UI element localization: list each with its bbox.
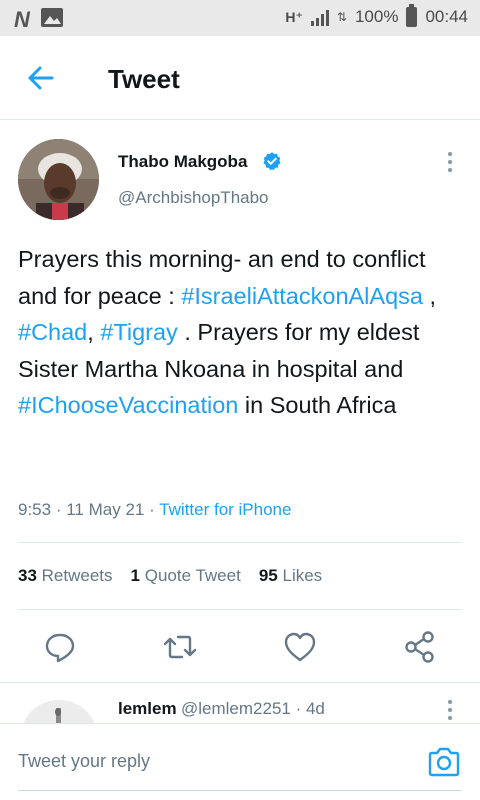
back-button[interactable] <box>22 62 62 94</box>
tweet-stats: 33 Retweets 1 Quote Tweet 95 Likes <box>18 566 322 586</box>
author-avatar[interactable] <box>18 139 99 220</box>
meta-separator: · <box>149 500 155 519</box>
hashtag-link[interactable]: #IsraeliAttackonAlAqsa <box>181 283 423 309</box>
tweet-text-part: , <box>422 282 437 309</box>
dot <box>448 700 452 704</box>
camera-button[interactable] <box>426 746 462 778</box>
tweet-text: Prayers this morning- an end to conflict… <box>18 241 468 424</box>
quote-tweets-stat[interactable]: 1 Quote Tweet <box>131 566 241 586</box>
retweets-stat[interactable]: 33 Retweets <box>18 566 113 586</box>
notification-n-icon: N <box>14 7 30 32</box>
dot <box>448 160 452 164</box>
retweet-icon <box>163 635 197 659</box>
divider <box>18 542 462 543</box>
likes-label: Likes <box>282 566 323 585</box>
quotes-label: Quote Tweet <box>144 566 241 585</box>
reply-more-options-button[interactable] <box>440 700 460 720</box>
like-icon <box>284 632 316 662</box>
top-app-bar: Tweet <box>0 36 480 120</box>
author-handle[interactable]: @ArchbishopThabo <box>118 188 269 208</box>
arrow-left-icon <box>28 66 54 90</box>
tweet-text-part: in South Africa <box>238 392 397 418</box>
reply-author-name[interactable]: lemlem <box>118 699 177 719</box>
composer-underline <box>18 790 462 791</box>
likes-stat[interactable]: 95 Likes <box>259 566 322 586</box>
tweet-source-link[interactable]: Twitter for iPhone <box>159 500 291 519</box>
dot <box>448 152 452 156</box>
hashtag-link[interactable]: #IChooseVaccination <box>18 392 238 418</box>
reply-input[interactable] <box>18 746 418 776</box>
network-type: H⁺ <box>285 8 303 25</box>
hashtag-link[interactable]: #Tigray <box>100 319 178 345</box>
hashtag-link[interactable]: #Chad <box>18 319 87 345</box>
divider <box>18 609 462 610</box>
tweet-date: 11 May 21 <box>66 500 145 519</box>
quotes-count: 1 <box>130 566 140 585</box>
retweets-count: 33 <box>18 566 37 585</box>
dot <box>448 168 452 172</box>
thread-divider <box>0 682 480 683</box>
reply-button[interactable] <box>40 627 80 667</box>
like-button[interactable] <box>280 627 320 667</box>
share-icon <box>405 631 434 663</box>
status-time: 00:44 <box>425 7 468 26</box>
dot <box>448 708 452 712</box>
tweet-more-options-button[interactable] <box>440 150 460 174</box>
page-title: Tweet <box>108 64 180 94</box>
signal-icon <box>310 8 329 26</box>
share-button[interactable] <box>400 627 440 667</box>
author-name[interactable]: Thabo Makgoba <box>118 152 247 172</box>
status-bar-left: N <box>14 7 63 33</box>
meta-separator: · <box>55 500 62 519</box>
status-bar-right: H⁺ ⇅ 100% 00:44 <box>285 4 468 27</box>
likes-count: 95 <box>258 566 278 585</box>
retweets-label: Retweets <box>41 566 113 585</box>
reply-author-handle: @lemlem2251 · 4d <box>181 699 325 718</box>
battery-percent: 100% <box>354 7 399 26</box>
tweet-metadata: 9:53 · 11 May 21 · Twitter for iPhone <box>18 500 291 520</box>
battery-icon <box>406 4 418 27</box>
dot <box>448 716 452 720</box>
retweet-button[interactable] <box>160 627 200 667</box>
reply-composer <box>0 723 480 800</box>
tweet-time: 9:53 <box>18 500 52 519</box>
data-arrows-icon: ⇅ <box>336 10 347 24</box>
camera-icon <box>428 747 460 777</box>
status-bar: N H⁺ ⇅ 100% 00:44 <box>0 0 480 36</box>
gallery-icon <box>40 8 63 32</box>
tweet-text-part: , <box>87 319 101 345</box>
verified-badge-icon <box>263 152 281 171</box>
reply-icon <box>45 633 75 663</box>
